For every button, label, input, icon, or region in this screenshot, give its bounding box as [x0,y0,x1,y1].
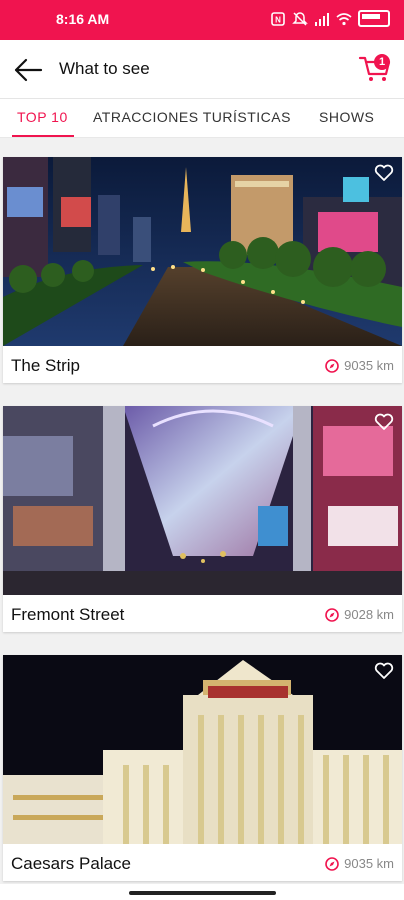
place-image [3,406,402,595]
compass-icon [325,358,339,373]
place-card[interactable]: Caesars Palace 9035 km [3,655,402,881]
place-card[interactable]: The Strip 9035 km [3,157,402,383]
category-tabs: TOP 10 ATRACCIONES TURÍSTICAS SHOWS [0,99,404,138]
compass-icon [325,607,339,622]
active-tab-indicator [12,135,74,137]
system-nav-bar [0,884,404,900]
compass-icon [325,856,339,871]
favorite-button[interactable] [368,408,400,436]
places-list: The Strip 9035 km Fremont Street 9028 km… [0,138,404,884]
tab-top-10[interactable]: TOP 10 [17,109,68,125]
tab-shows[interactable]: SHOWS [319,109,374,125]
cart-count-badge: 1 [374,54,390,70]
home-gesture-bar[interactable] [129,891,276,895]
status-icons: N [270,10,390,27]
back-button[interactable] [10,52,46,88]
back-arrow-icon [14,58,43,82]
distance-value: 9035 km [344,856,394,871]
battery-icon [358,10,390,27]
heart-icon [374,662,394,679]
place-image [3,655,402,844]
heart-icon [374,413,394,430]
place-distance: 9028 km [325,607,394,622]
nfc-icon: N [270,11,286,27]
cart-button[interactable]: 1 [358,50,396,88]
distance-value: 9035 km [344,358,394,373]
favorite-button[interactable] [368,657,400,685]
place-card[interactable]: Fremont Street 9028 km [3,406,402,632]
mute-icon [292,11,308,27]
page-title: What to see [59,59,150,78]
distance-value: 9028 km [344,607,394,622]
svg-text:N: N [275,15,281,24]
place-name: The Strip [11,356,80,375]
signal-icon [314,11,330,27]
place-distance: 9035 km [325,358,394,373]
place-name: Fremont Street [11,605,125,624]
place-distance: 9035 km [325,856,394,871]
wifi-icon [336,11,352,27]
status-time: 8:16 AM [56,11,110,27]
place-image [3,157,402,346]
app-bar: What to see 1 [0,40,404,99]
status-bar: 8:16 AM N [0,0,404,40]
tab-atracciones-turisticas[interactable]: ATRACCIONES TURÍSTICAS [93,109,291,125]
favorite-button[interactable] [368,159,400,187]
place-name: Caesars Palace [11,854,132,873]
heart-icon [374,164,394,181]
